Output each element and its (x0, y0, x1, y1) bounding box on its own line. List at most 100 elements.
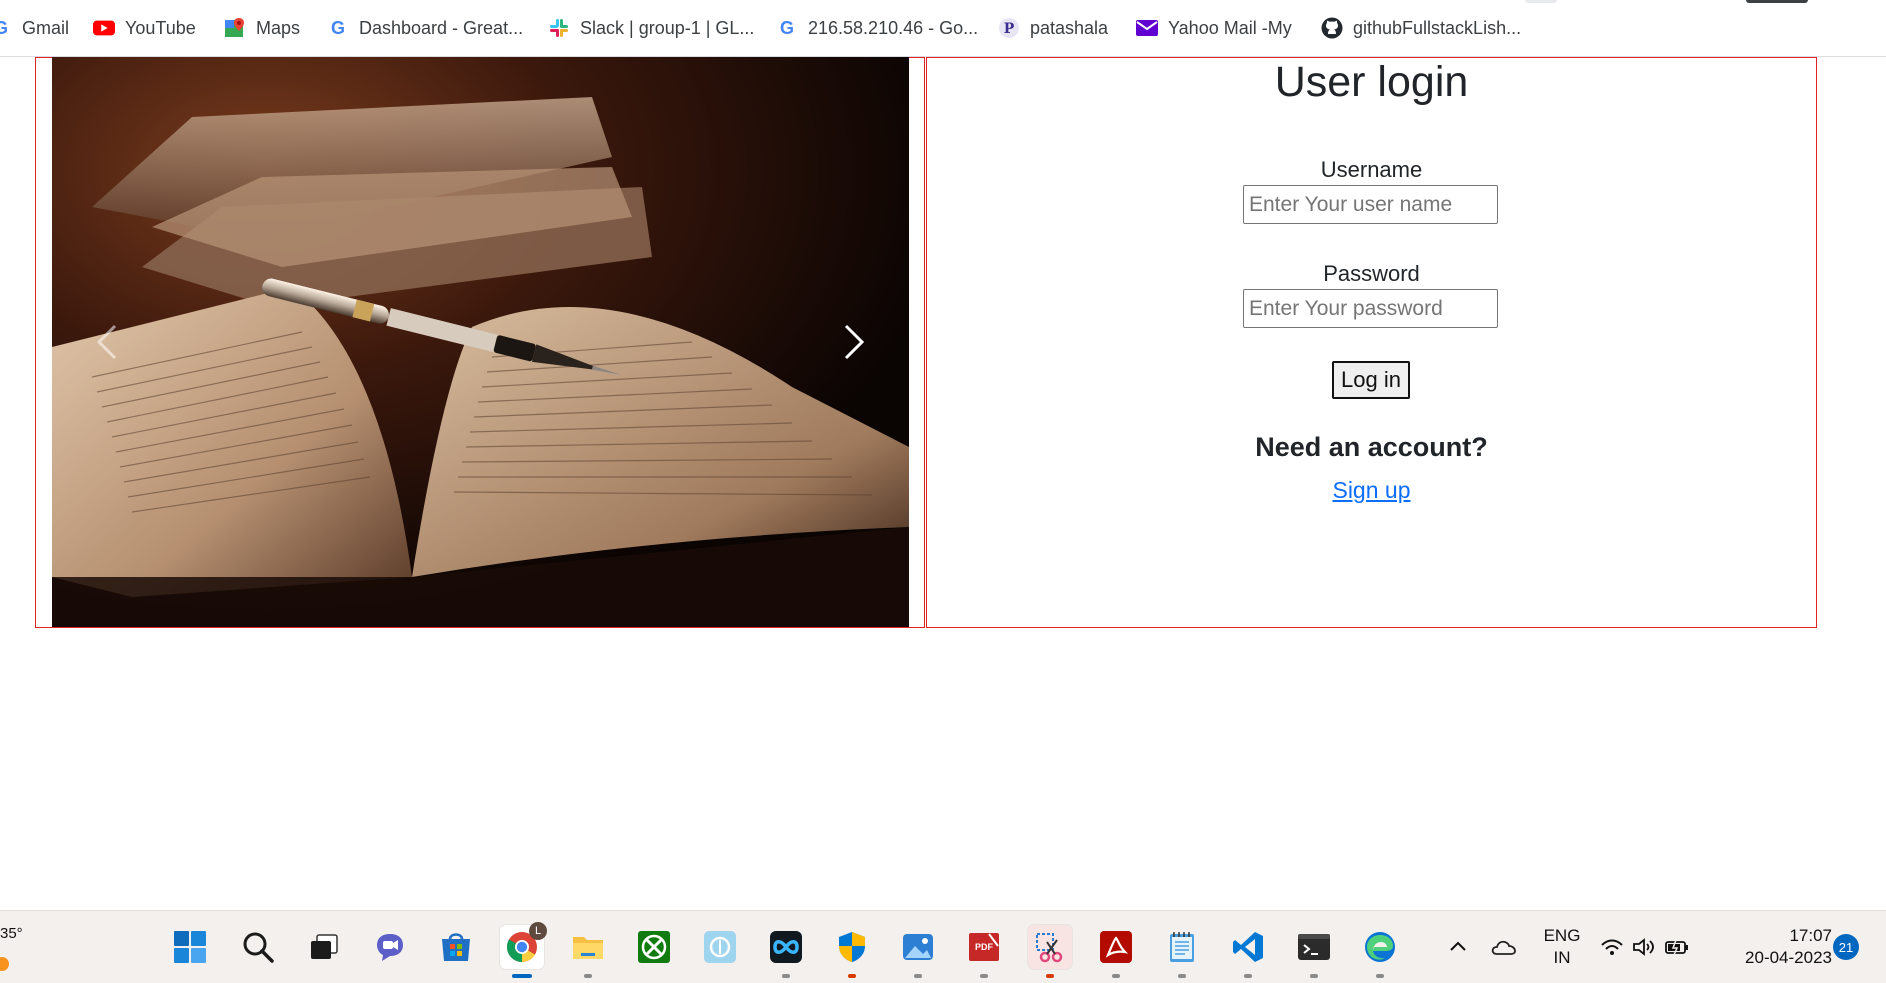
weather-temperature: 35° (0, 925, 23, 942)
svg-text:G: G (0, 18, 8, 38)
terminal-icon (1298, 934, 1330, 960)
chevron-up-icon (1450, 941, 1466, 951)
language-code: ENG (1543, 926, 1581, 945)
onedrive-button[interactable] (1482, 925, 1526, 969)
file-explorer-button[interactable] (566, 925, 610, 978)
input-language-indicator[interactable]: ENG IN (1540, 925, 1584, 969)
username-input[interactable] (1243, 185, 1498, 224)
password-input[interactable] (1243, 289, 1498, 328)
vscode-button[interactable] (1226, 925, 1270, 978)
start-icon (174, 931, 206, 963)
bookmark-gmail[interactable]: G Gmail (0, 15, 69, 41)
snipping-tool-button[interactable] (1028, 925, 1072, 978)
notepad-button[interactable] (1160, 925, 1204, 978)
bookmark-patashala[interactable]: P patashala (998, 15, 1108, 41)
google-icon: G (0, 17, 12, 39)
svg-text:PDF: PDF (975, 942, 994, 952)
taskbar-clock[interactable]: 17:07 20-04-2023 (1712, 925, 1832, 969)
xbox-button[interactable] (632, 925, 676, 969)
carousel-next-button[interactable] (799, 57, 909, 627)
bookmark-dashboard[interactable]: G Dashboard - Great... (327, 15, 523, 41)
chevron-left-icon (96, 324, 117, 360)
tab-strip-edge (1746, 0, 1808, 3)
yahoo-mail-icon (1136, 17, 1158, 39)
start-button[interactable] (168, 925, 212, 969)
acrobat-icon (1100, 931, 1132, 963)
bookmark-label: Maps (256, 17, 301, 38)
bookmark-label: 216.58.210.46 - Go... (808, 17, 979, 38)
patashala-icon: P (998, 17, 1020, 39)
pdf-editor-button[interactable]: PDF (962, 925, 1006, 978)
file-explorer-icon (573, 937, 603, 959)
open-book-with-pen-photo (52, 57, 909, 627)
bookmark-label: Yahoo Mail -My (1168, 17, 1292, 38)
clock-time: 17:07 (1789, 926, 1832, 945)
notification-badge[interactable]: 21 (1833, 934, 1859, 960)
github-icon (1321, 17, 1343, 39)
show-hidden-icons-button[interactable] (1436, 925, 1480, 969)
chrome-button[interactable]: L (500, 922, 547, 978)
bookmarks-bar: G Gmail YouTube Maps G Dashboard - Great… (0, 0, 1886, 57)
chrome-profile-badge: L (529, 922, 547, 940)
image-carousel (52, 57, 909, 627)
acrobat-button[interactable] (1094, 925, 1138, 978)
volume-icon (1633, 938, 1654, 956)
clipchamp-icon (770, 931, 802, 963)
bookmark-ip[interactable]: G 216.58.210.46 - Go... (776, 15, 978, 41)
windows-security-button[interactable] (830, 925, 874, 978)
sun-icon (0, 957, 9, 971)
running-app-indicator (1112, 974, 1120, 978)
youtube-icon (93, 17, 115, 39)
carousel-prev-button[interactable] (52, 57, 162, 627)
svg-text:G: G (780, 18, 794, 38)
bookmark-youtube[interactable]: YouTube (93, 15, 196, 41)
edge-icon (1365, 932, 1395, 962)
terminal-button[interactable] (1292, 925, 1336, 978)
running-app-indicator (782, 974, 790, 978)
active-app-indicator (512, 974, 532, 978)
bookmark-github[interactable]: githubFullstackLish... (1321, 15, 1521, 41)
running-app-indicator (1178, 974, 1186, 978)
onedrive-cloud-icon (1491, 940, 1516, 955)
username-label: Username (1320, 157, 1423, 182)
running-app-indicator (1310, 974, 1318, 978)
login-title: User login (1274, 58, 1469, 106)
password-label: Password (1323, 261, 1420, 286)
photos-legacy-button[interactable] (698, 925, 742, 969)
bookmark-label: githubFullstackLish... (1353, 17, 1522, 38)
quick-settings-button[interactable] (1597, 925, 1693, 969)
clipchamp-button[interactable] (764, 925, 808, 978)
login-column (926, 57, 1817, 628)
microsoft-store-button[interactable] (434, 925, 478, 969)
svg-text:P: P (1004, 21, 1015, 37)
weather-widget[interactable]: 35° (0, 925, 23, 971)
clock-date: 20-04-2023 (1745, 948, 1832, 967)
running-app-indicator (980, 974, 988, 978)
search-button[interactable] (236, 925, 280, 969)
active-app-indicator (1046, 974, 1054, 978)
bookmark-label: Slack | group-1 | GL... (580, 17, 755, 38)
running-app-indicator (848, 974, 856, 978)
bookmark-label: patashala (1030, 17, 1109, 38)
wifi-icon (1601, 939, 1623, 955)
photos-legacy-icon (704, 931, 736, 963)
task-view-button[interactable] (302, 925, 346, 969)
bookmark-maps[interactable]: Maps (224, 15, 300, 41)
bookmark-label: Dashboard - Great... (359, 17, 524, 38)
running-app-indicator (584, 974, 592, 978)
bookmark-slack[interactable]: Slack | group-1 | GL... (548, 15, 754, 41)
maps-icon (224, 17, 246, 39)
photos-icon (903, 934, 933, 960)
xbox-icon (638, 931, 670, 963)
bookmark-yahoo-mail[interactable]: Yahoo Mail -My (1136, 15, 1292, 41)
signup-row: Sign up (926, 477, 1817, 504)
slack-icon (548, 17, 570, 39)
photos-button[interactable] (896, 925, 940, 978)
edge-button[interactable] (1358, 925, 1402, 978)
login-button[interactable]: Log in (1332, 361, 1410, 399)
task-view-icon (311, 934, 338, 959)
snipping-tool-icon (1036, 933, 1063, 963)
signup-link[interactable]: Sign up (1332, 477, 1410, 503)
notepad-icon (1170, 932, 1194, 962)
teams-chat-button[interactable] (368, 925, 412, 969)
